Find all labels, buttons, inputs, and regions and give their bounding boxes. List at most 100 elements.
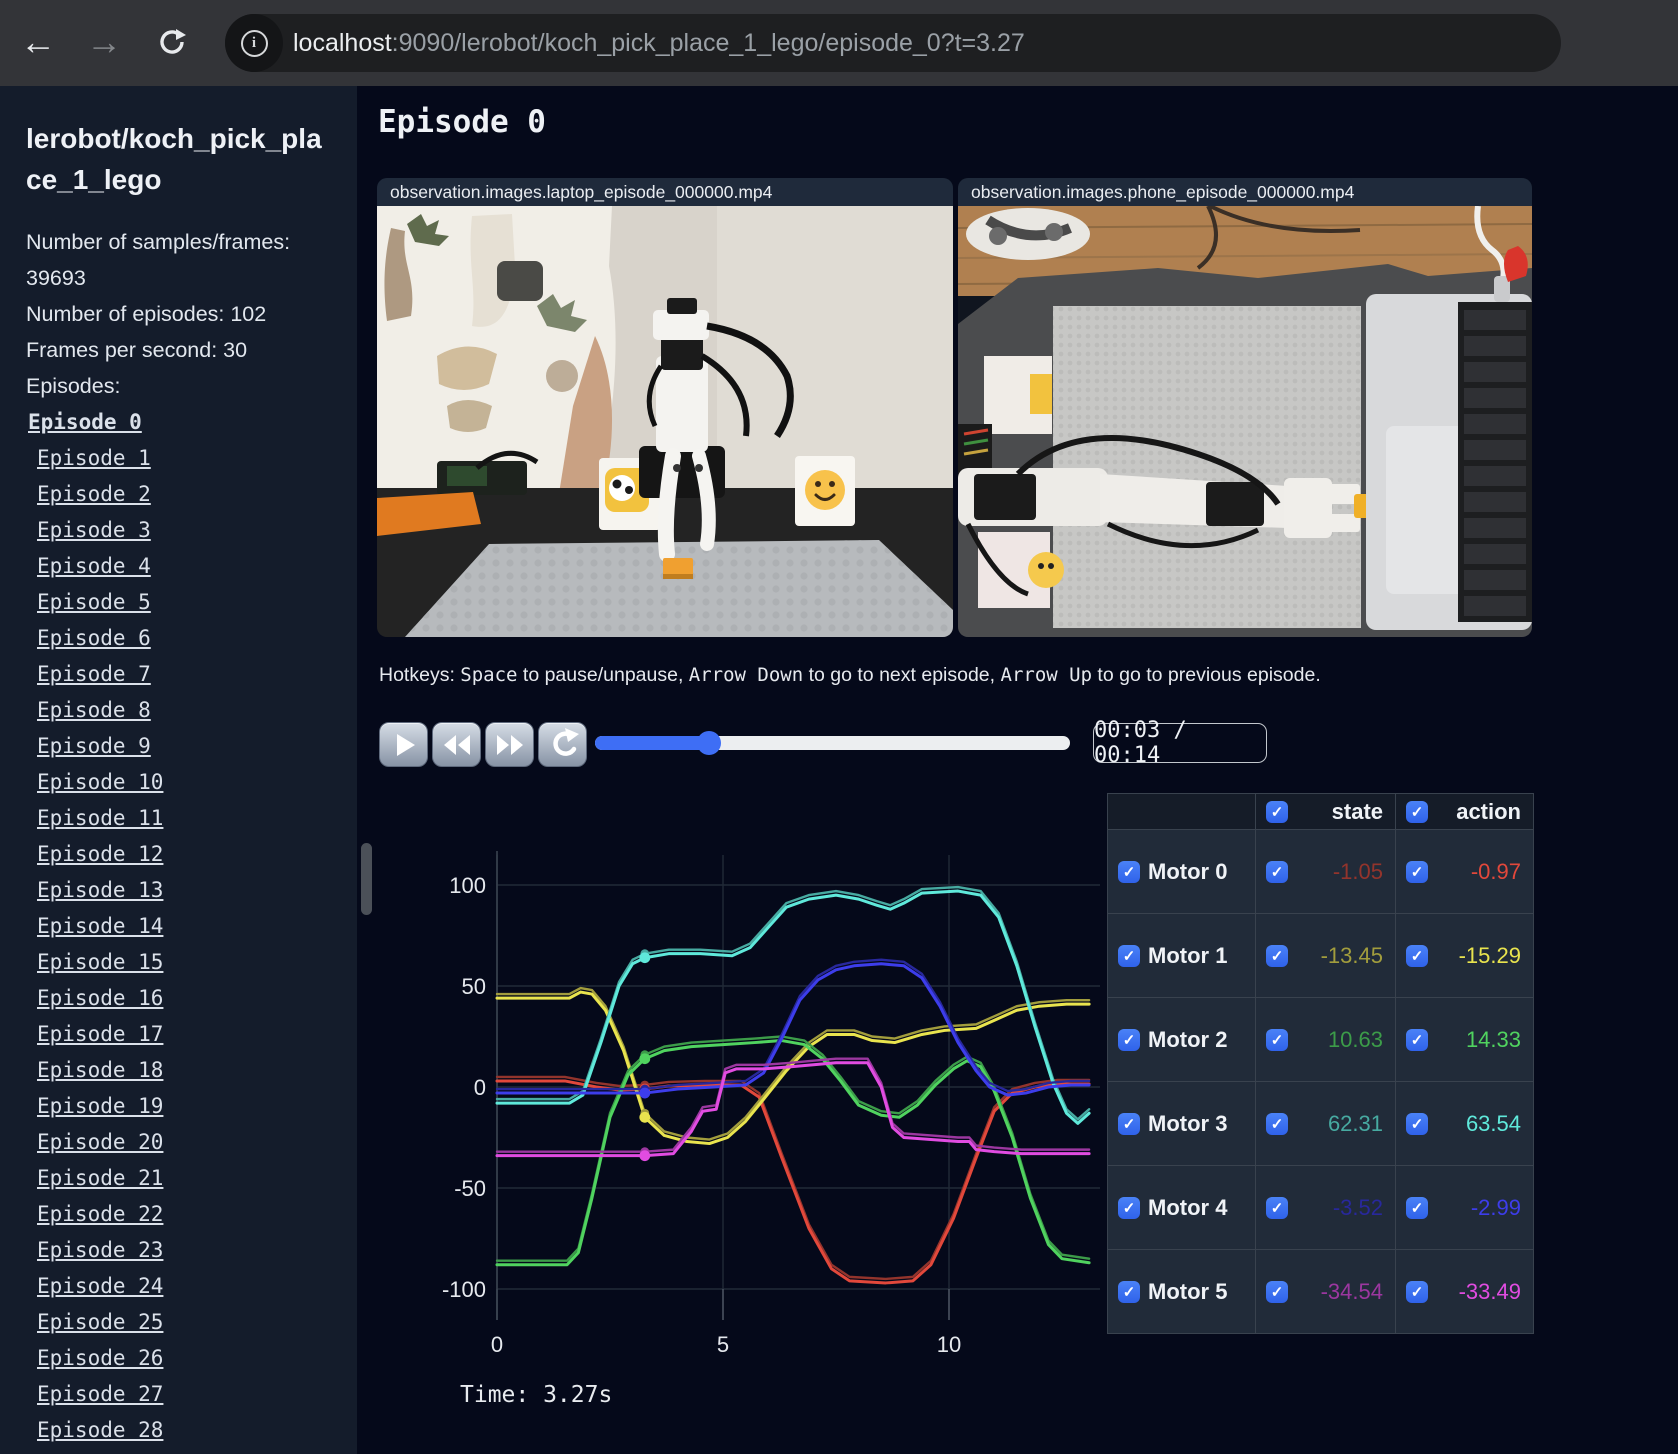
url-host: localhost bbox=[293, 28, 392, 57]
episode-link[interactable]: Episode 3 bbox=[37, 512, 357, 548]
svg-text:0: 0 bbox=[474, 1075, 486, 1100]
hotkeys-prefix: Hotkeys: bbox=[379, 664, 461, 686]
motor-action-checkbox[interactable]: ✓ bbox=[1406, 944, 1428, 967]
info-samples: Number of samples/frames: 39693 bbox=[26, 230, 291, 290]
episode-link[interactable]: Episode 0 bbox=[28, 404, 357, 440]
motor-action-value: -2.99 bbox=[1470, 1194, 1521, 1220]
fast-forward-button[interactable] bbox=[485, 722, 534, 767]
play-button[interactable] bbox=[379, 722, 428, 767]
fast-forward-icon bbox=[496, 734, 523, 755]
motor-state-checkbox[interactable]: ✓ bbox=[1266, 944, 1288, 967]
episode-link[interactable]: Episode 6 bbox=[37, 620, 357, 656]
episode-link[interactable]: Episode 17 bbox=[37, 1016, 357, 1052]
episode-link[interactable]: Episode 2 bbox=[37, 476, 357, 512]
episodes-heading: Episodes: bbox=[26, 374, 121, 398]
hotkeys-seg1: to pause/unpause, bbox=[517, 664, 689, 686]
seek-slider[interactable] bbox=[595, 731, 1070, 755]
header-state-cell: ✓ state bbox=[1256, 794, 1396, 830]
motor-row: ✓ Motor 5 ✓ -34.54 ✓ -33.49 bbox=[1108, 1250, 1534, 1334]
browser-toolbar: ← → i localhost:9090/lerobot/koch_pick_p… bbox=[0, 0, 1678, 86]
motor-checkbox[interactable]: ✓ bbox=[1118, 1112, 1140, 1135]
episode-link[interactable]: Episode 23 bbox=[37, 1232, 357, 1268]
state-column-checkbox[interactable]: ✓ bbox=[1266, 800, 1288, 823]
loop-icon bbox=[552, 727, 579, 756]
motor-chart[interactable]: 100 50 0 -50 -100 0 5 10 bbox=[357, 786, 1107, 1386]
video-laptop-camera bbox=[377, 206, 953, 637]
reload-icon bbox=[160, 29, 186, 54]
motor-checkbox[interactable]: ✓ bbox=[1118, 1028, 1140, 1051]
motor-state-checkbox[interactable]: ✓ bbox=[1266, 860, 1288, 883]
loop-button[interactable] bbox=[538, 722, 587, 767]
episode-link[interactable]: Episode 5 bbox=[37, 584, 357, 620]
episode-link[interactable]: Episode 11 bbox=[37, 800, 357, 836]
episode-link[interactable]: Episode 15 bbox=[37, 944, 357, 980]
episode-link[interactable]: Episode 16 bbox=[37, 980, 357, 1016]
episode-link[interactable]: Episode 19 bbox=[37, 1088, 357, 1124]
forward-button[interactable]: → bbox=[80, 18, 128, 66]
motor-state-checkbox[interactable]: ✓ bbox=[1266, 1028, 1288, 1051]
episode-link[interactable]: Episode 10 bbox=[37, 764, 357, 800]
episode-link[interactable]: Episode 13 bbox=[37, 872, 357, 908]
motor-checkbox[interactable]: ✓ bbox=[1118, 1280, 1140, 1303]
white-box-top bbox=[984, 356, 1052, 434]
sidebar: lerobot/koch_pick_place_1_lego Number of… bbox=[0, 86, 357, 1454]
episode-link[interactable]: Episode 7 bbox=[37, 656, 357, 692]
info-icon: i bbox=[240, 29, 268, 57]
hotkeys-seg3: to go to previous episode. bbox=[1092, 664, 1321, 686]
motor-action-value: -15.29 bbox=[1458, 942, 1521, 968]
motor-row: ✓ Motor 2 ✓ 10.63 ✓ 14.33 bbox=[1108, 998, 1534, 1082]
motor-action-checkbox[interactable]: ✓ bbox=[1406, 1196, 1428, 1219]
motor-name: Motor 2 bbox=[1148, 1026, 1228, 1052]
action-column-checkbox[interactable]: ✓ bbox=[1406, 800, 1428, 823]
seek-slider-thumb[interactable] bbox=[697, 731, 721, 755]
motor-row: ✓ Motor 3 ✓ 62.31 ✓ 63.54 bbox=[1108, 1082, 1534, 1166]
episode-link[interactable]: Episode 9 bbox=[37, 728, 357, 764]
motor-state-checkbox[interactable]: ✓ bbox=[1266, 1196, 1288, 1219]
episode-link[interactable]: Episode 21 bbox=[37, 1160, 357, 1196]
motor-action-checkbox[interactable]: ✓ bbox=[1406, 1112, 1428, 1135]
motor-checkbox[interactable]: ✓ bbox=[1118, 860, 1140, 883]
motor-row: ✓ Motor 4 ✓ -3.52 ✓ -2.99 bbox=[1108, 1166, 1534, 1250]
episode-link[interactable]: Episode 12 bbox=[37, 836, 357, 872]
episode-link[interactable]: Episode 20 bbox=[37, 1124, 357, 1160]
motor-state-checkbox[interactable]: ✓ bbox=[1266, 1112, 1288, 1135]
video-card-phone: observation.images.phone_episode_000000.… bbox=[958, 178, 1532, 637]
motor-state-value: 62.31 bbox=[1327, 1110, 1383, 1136]
url-text: localhost:9090/lerobot/koch_pick_place_1… bbox=[293, 29, 1025, 58]
time-display: 00:03 / 00:14 bbox=[1093, 718, 1267, 768]
motor-checkbox[interactable]: ✓ bbox=[1118, 1196, 1140, 1219]
seek-slider-fill bbox=[595, 736, 709, 750]
svg-text:10: 10 bbox=[937, 1332, 961, 1357]
lego-baseplate bbox=[405, 540, 953, 637]
motor-state-value: -1.05 bbox=[1332, 858, 1383, 884]
episode-link[interactable]: Episode 27 bbox=[37, 1376, 357, 1412]
episode-link[interactable]: Episode 14 bbox=[37, 908, 357, 944]
rewind-button[interactable] bbox=[432, 722, 481, 767]
episode-link[interactable]: Episode 4 bbox=[37, 548, 357, 584]
episode-link[interactable]: Episode 18 bbox=[37, 1052, 357, 1088]
hotkey-arrow-up: Arrow Up bbox=[1000, 664, 1093, 686]
url-bar[interactable]: i localhost:9090/lerobot/koch_pick_place… bbox=[225, 14, 1561, 72]
episode-link[interactable]: Episode 25 bbox=[37, 1304, 357, 1340]
episode-link[interactable]: Episode 22 bbox=[37, 1196, 357, 1232]
episode-list: Episode 0 Episode 1 Episode 2 Episode 3 Epis… bbox=[28, 404, 357, 1448]
motor-action-checkbox[interactable]: ✓ bbox=[1406, 1280, 1428, 1303]
episode-link[interactable]: Episode 8 bbox=[37, 692, 357, 728]
motor-checkbox[interactable]: ✓ bbox=[1118, 944, 1140, 967]
svg-text:-50: -50 bbox=[454, 1176, 486, 1201]
motor-table-header: ✓ state ✓ action bbox=[1108, 794, 1534, 830]
motor-state-checkbox[interactable]: ✓ bbox=[1266, 1280, 1288, 1303]
motor-action-checkbox[interactable]: ✓ bbox=[1406, 860, 1428, 883]
episode-link[interactable]: Episode 26 bbox=[37, 1340, 357, 1376]
site-info-button[interactable]: i bbox=[225, 14, 283, 72]
episode-link[interactable]: Episode 24 bbox=[37, 1268, 357, 1304]
episode-link[interactable]: Episode 1 bbox=[37, 440, 357, 476]
reload-button[interactable] bbox=[148, 18, 196, 66]
motor-action-checkbox[interactable]: ✓ bbox=[1406, 1028, 1428, 1051]
lego-baseplate-top bbox=[1053, 306, 1361, 628]
episode-link[interactable]: Episode 28 bbox=[37, 1412, 357, 1448]
back-button[interactable]: ← bbox=[14, 18, 62, 66]
header-action-cell: ✓ action bbox=[1396, 794, 1534, 830]
video-card-laptop: observation.images.laptop_episode_000000… bbox=[377, 178, 953, 637]
action-column-label: action bbox=[1456, 798, 1521, 824]
